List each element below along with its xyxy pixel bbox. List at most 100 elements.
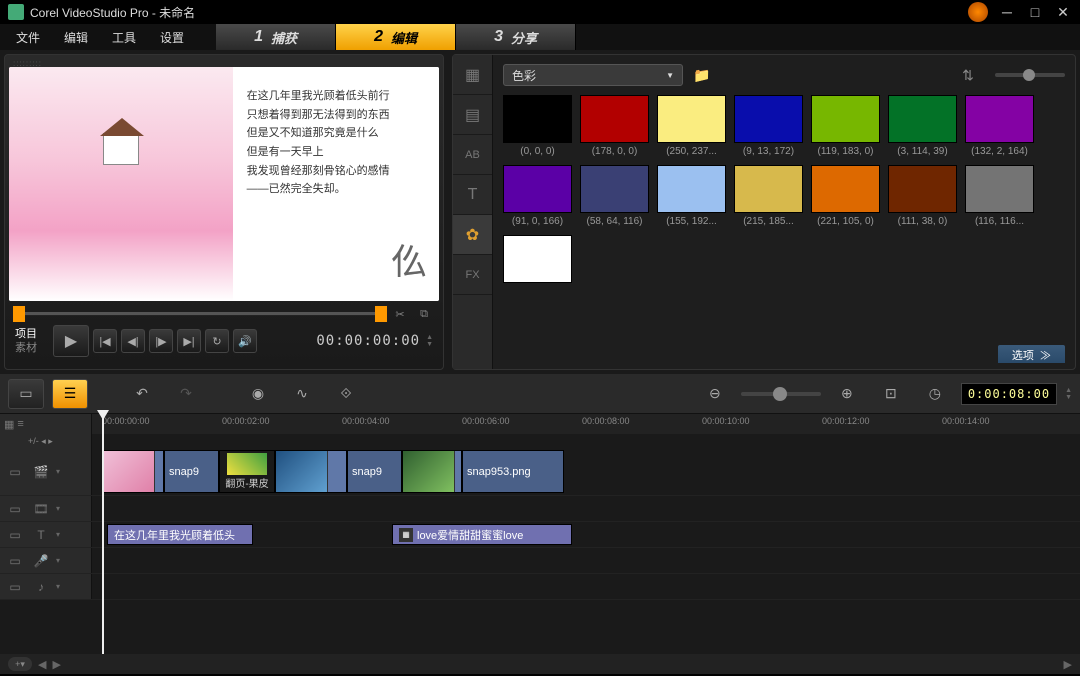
scrub-slider[interactable] — [15, 312, 385, 316]
color-swatch[interactable]: (250, 237... — [657, 95, 726, 157]
color-swatch[interactable]: (119, 183, 0) — [811, 95, 880, 157]
tc-spinner[interactable]: ▲▼ — [1065, 387, 1072, 401]
video-track-head[interactable]: ▭ 🎬 ▾ — [0, 448, 92, 495]
chevron-down-icon[interactable]: ▾ — [56, 504, 60, 513]
redo-button[interactable]: ↷ — [168, 379, 204, 409]
video-clip[interactable] — [102, 450, 164, 493]
color-swatch[interactable]: (155, 192... — [657, 165, 726, 227]
tab-filter-icon[interactable]: FX — [453, 255, 492, 295]
title-track[interactable]: 在这几年里我光顾着低头 ▦ love爱情甜甜蜜蜜love — [92, 522, 1080, 547]
prev-frame-button[interactable]: ◀| — [121, 329, 145, 353]
go-start-button[interactable]: |◀ — [93, 329, 117, 353]
mark-in-handle[interactable] — [13, 306, 25, 322]
tab-graphic-icon[interactable]: ✿ — [453, 215, 492, 255]
repeat-button[interactable]: ↻ — [205, 329, 229, 353]
video-track[interactable]: snap9 翻页-果皮 snap9 snap953.png — [92, 448, 1080, 495]
menu-edit[interactable]: 编辑 — [52, 25, 100, 50]
tab-title-ab-icon[interactable]: AB — [453, 135, 492, 175]
category-dropdown[interactable]: 色彩 ▼ — [503, 64, 683, 86]
overlay-track[interactable] — [92, 496, 1080, 521]
music-track-head[interactable]: ▭ ♪ ▾ — [0, 574, 92, 599]
eye-icon[interactable]: ▭ — [4, 552, 26, 570]
mark-out-handle[interactable] — [375, 306, 387, 322]
video-clip[interactable] — [275, 450, 347, 493]
storyboard-view-button[interactable]: ▭ — [8, 379, 44, 409]
minimize-button[interactable]: ─ — [998, 5, 1016, 19]
zoom-in-button[interactable]: ⊕ — [829, 379, 865, 409]
color-swatch[interactable]: (58, 64, 116) — [580, 165, 649, 227]
expand-icon[interactable]: ⧉ — [415, 305, 433, 323]
corel-logo-icon[interactable] — [968, 2, 988, 22]
scroll-right-icon[interactable]: ▶ — [52, 658, 60, 671]
scroll-right-end-icon[interactable]: ▶ — [1064, 658, 1072, 671]
zoom-out-button[interactable]: ⊖ — [697, 379, 733, 409]
project-duration-icon[interactable]: ◷ — [917, 379, 953, 409]
go-end-button[interactable]: ▶| — [177, 329, 201, 353]
timecode-spinner[interactable]: ▲▼ — [426, 334, 433, 348]
tab-transition-icon[interactable]: ▤ — [453, 95, 492, 135]
timeline-ruler[interactable]: 00:00:00:0000:00:02:0000:00:04:0000:00:0… — [92, 414, 1080, 434]
transition-clip[interactable]: 翻页-果皮 — [219, 450, 275, 493]
chevron-down-icon[interactable]: ▾ — [56, 582, 60, 591]
title-clip[interactable]: ▦ love爱情甜甜蜜蜜love — [392, 524, 572, 545]
step-share[interactable]: 3分享 — [456, 24, 576, 50]
close-button[interactable]: ✕ — [1054, 5, 1072, 19]
color-swatch[interactable]: (178, 0, 0) — [580, 95, 649, 157]
menu-settings[interactable]: 设置 — [148, 25, 196, 50]
expand-controls[interactable]: +/- ◂ ▸ — [0, 434, 92, 448]
view-icon[interactable]: ▦ — [4, 418, 14, 431]
color-swatch[interactable]: (9, 13, 172) — [734, 95, 803, 157]
color-swatch[interactable]: (132, 2, 164) — [965, 95, 1034, 157]
tab-text-icon[interactable]: T — [453, 175, 492, 215]
menu-tools[interactable]: 工具 — [100, 25, 148, 50]
next-frame-button[interactable]: |▶ — [149, 329, 173, 353]
color-swatch[interactable] — [503, 235, 572, 286]
color-swatch[interactable]: (91, 0, 166) — [503, 165, 572, 227]
eye-icon[interactable]: ▭ — [4, 578, 26, 596]
undo-button[interactable]: ↶ — [124, 379, 160, 409]
music-track[interactable] — [92, 574, 1080, 599]
title-clip[interactable]: 在这几年里我光顾着低头 — [107, 524, 253, 545]
mode-project[interactable]: 项目 — [15, 327, 49, 341]
folder-icon[interactable]: 📁 — [691, 64, 713, 86]
eye-icon[interactable]: ▭ — [4, 500, 26, 518]
tab-media-icon[interactable]: ▦ — [453, 55, 492, 95]
scroll-left-icon[interactable]: ◀ — [38, 658, 46, 671]
thumbnail-size-slider[interactable] — [995, 73, 1065, 77]
timeline-view-button[interactable]: ☰ — [52, 379, 88, 409]
menu-file[interactable]: 文件 — [4, 25, 52, 50]
audio-mixer-button[interactable]: ∿ — [284, 379, 320, 409]
sort-icon[interactable]: ⇅ — [957, 64, 979, 86]
video-clip[interactable] — [402, 450, 462, 493]
eye-icon[interactable]: ▭ — [4, 463, 26, 481]
chevron-down-icon[interactable]: ▾ — [56, 467, 60, 476]
color-swatch[interactable]: (0, 0, 0) — [503, 95, 572, 157]
play-button[interactable]: ▶ — [53, 325, 89, 357]
playhead[interactable] — [102, 414, 104, 654]
mode-clip[interactable]: 素材 — [15, 341, 49, 355]
volume-button[interactable]: 🔊 — [233, 329, 257, 353]
add-track-button[interactable]: +▾ — [8, 657, 32, 671]
overlay-track-head[interactable]: ▭ 🎞 ▾ — [0, 496, 92, 521]
color-swatch[interactable]: (215, 185... — [734, 165, 803, 227]
cut-icon[interactable]: ✂ — [391, 305, 409, 323]
eye-icon[interactable]: ▭ — [4, 526, 26, 544]
auto-music-button[interactable]: ⟐ — [328, 379, 364, 409]
video-clip[interactable]: snap9 — [164, 450, 219, 493]
list-icon[interactable]: ≡ — [17, 418, 23, 430]
preview-timecode[interactable]: 00:00:00:00 — [316, 333, 420, 349]
color-swatch[interactable]: (3, 114, 39) — [888, 95, 957, 157]
voice-track-head[interactable]: ▭ 🎤 ▾ — [0, 548, 92, 573]
color-swatch[interactable]: (221, 105, 0) — [811, 165, 880, 227]
video-clip[interactable]: snap9 — [347, 450, 402, 493]
color-swatch[interactable]: (116, 116... — [965, 165, 1034, 227]
chevron-down-icon[interactable]: ▾ — [56, 530, 60, 539]
fit-project-button[interactable]: ⊡ — [873, 379, 909, 409]
timeline-timecode[interactable]: 0:00:08:00 — [961, 383, 1057, 405]
voice-track[interactable] — [92, 548, 1080, 573]
options-button[interactable]: 选项 ≫ — [998, 345, 1065, 363]
drag-handle-icon[interactable]: ::::::::: — [9, 59, 439, 67]
record-button[interactable]: ◉ — [240, 379, 276, 409]
zoom-slider[interactable] — [741, 392, 821, 396]
maximize-button[interactable]: □ — [1026, 5, 1044, 19]
